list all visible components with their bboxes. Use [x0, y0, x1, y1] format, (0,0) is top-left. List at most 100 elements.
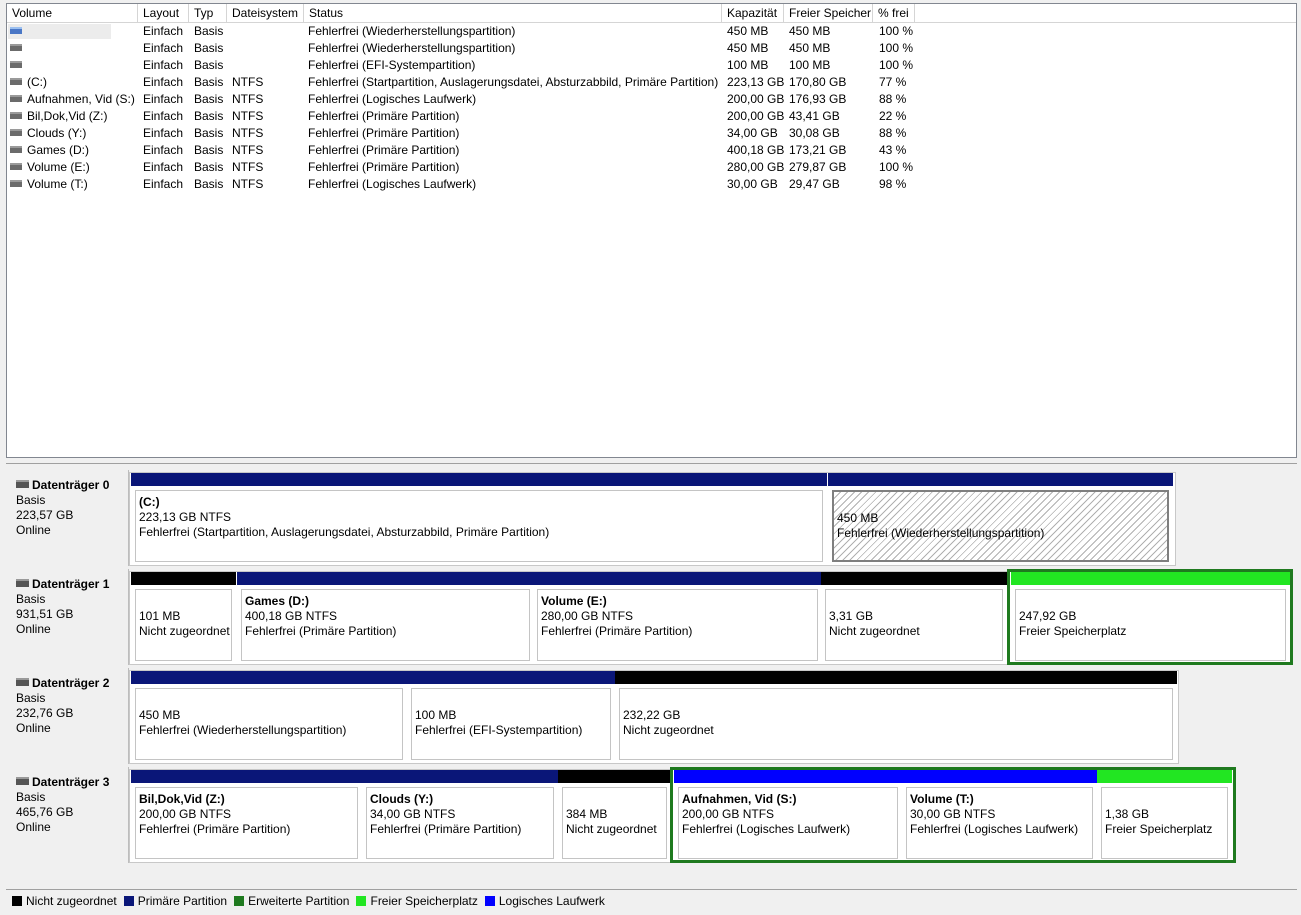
volume-row[interactable]: Games (D:) Einfach Basis NTFS Fehlerfrei (Pr…: [7, 142, 1296, 159]
volume-pct: 100 %: [879, 24, 914, 38]
volume-row[interactable]: (C:) Einfach Basis NTFS Fehlerfrei (Startpar…: [7, 74, 1296, 91]
disk-partition-frame: 450 MB Fehlerfrei (Wiederherstellungspart…: [129, 670, 1179, 764]
volume-type: Basis: [194, 75, 224, 89]
disk-label[interactable]: Datenträger 1 Basis 931,51 GB Online: [6, 569, 129, 665]
volume-row[interactable]: Aufnahmen, Vid (S:) Einfach Basis NTFS Fehle…: [7, 91, 1296, 108]
disk-volume-icon: [10, 27, 22, 34]
legend-label: Nicht zugeordnet: [26, 894, 117, 908]
disk-label[interactable]: Datenträger 3 Basis 465,76 GB Online: [6, 767, 129, 863]
volume-type: Basis: [194, 160, 224, 174]
partition-status: Fehlerfrei (Wiederherstellungspartition): [837, 526, 1045, 540]
disk-title-text: Datenträger 0: [32, 478, 110, 492]
legend-swatch: [123, 896, 134, 906]
disk-row: Datenträger 0 Basis 223,57 GB Online (C:) 22…: [6, 470, 1297, 566]
col-layout[interactable]: Layout: [138, 4, 189, 22]
partition-size: 384 MB: [566, 807, 608, 821]
hard-disk-icon: [16, 579, 29, 587]
partition-name: Bil,Dok,Vid (Z:): [139, 792, 225, 806]
partition-info: Bil,Dok,Vid (Z:) 200,00 GB NTFS Fehlerfrei…: [135, 787, 358, 859]
partition-primary[interactable]: 100 MB Fehlerfrei (EFI-Systempartition): [407, 671, 615, 763]
volume-pct: 22 %: [879, 109, 907, 123]
volume-row[interactable]: Einfach Basis Fehlerfrei (EFI-Systempartit…: [7, 57, 1296, 74]
disk-volume-icon: [10, 112, 22, 119]
volume-pct: 100 %: [879, 58, 914, 72]
volume-type: Basis: [194, 41, 224, 55]
volume-row[interactable]: Volume (T:) Einfach Basis NTFS Fehlerfrei (L…: [7, 176, 1296, 193]
volume-free: 100 MB: [789, 58, 831, 72]
volume-cap: 100 MB: [727, 58, 769, 72]
partition-status: Fehlerfrei (Primäre Partition): [139, 822, 291, 836]
disk-label[interactable]: Datenträger 2 Basis 232,76 GB Online: [6, 668, 129, 764]
volume-type: Basis: [194, 143, 224, 157]
col-capacity[interactable]: Kapazität: [722, 4, 784, 22]
col-free-space[interactable]: Freier Speicher: [784, 4, 873, 22]
partition-primary[interactable]: Bil,Dok,Vid (Z:) 200,00 GB NTFS Fehlerfrei…: [131, 770, 362, 862]
disk-title-text: Datenträger 2: [32, 676, 110, 690]
disk-volume-icon: [10, 61, 22, 68]
volume-status: Fehlerfrei (Primäre Partition): [308, 160, 460, 174]
disk-graphical-view: Datenträger 0 Basis 223,57 GB Online (C:) 22…: [6, 463, 1297, 884]
col-type[interactable]: Typ: [189, 4, 227, 22]
partition-primary[interactable]: Clouds (Y:) 34,00 GB NTFS Fehlerfrei (Prim…: [362, 770, 558, 862]
col-status[interactable]: Status: [304, 4, 722, 22]
legend-swatch: [234, 896, 245, 906]
volume-row[interactable]: Bil,Dok,Vid (Z:) Einfach Basis NTFS Fehlerfr…: [7, 108, 1296, 125]
volume-list[interactable]: Volume Layout Typ Dateisystem Status Kap…: [6, 3, 1297, 458]
partition-primary[interactable]: Games (D:) 400,18 GB NTFS Fehlerfrei (Prim…: [237, 572, 534, 664]
partition-unallocated[interactable]: 384 MB Nicht zugeordnet: [558, 770, 671, 862]
col-filesystem[interactable]: Dateisystem: [227, 4, 304, 22]
volume-free: 29,47 GB: [789, 177, 840, 191]
partition-primary[interactable]: Volume (E:) 280,00 GB NTFS Fehlerfrei (Pri…: [533, 572, 822, 664]
volume-status: Fehlerfrei (Logisches Laufwerk): [308, 177, 477, 191]
partition-primary[interactable]: 450 MB Fehlerfrei (Wiederherstellungspart…: [828, 473, 1173, 565]
volume-row[interactable]: Clouds (Y:) Einfach Basis NTFS Fehlerfrei (P…: [7, 125, 1296, 142]
partition-info: 450 MB Fehlerfrei (Wiederherstellungspart…: [135, 688, 403, 760]
disk-type: Basis: [16, 592, 46, 606]
partition-name-spacer: [623, 693, 1168, 708]
disk-label[interactable]: Datenträger 0 Basis 223,57 GB Online: [6, 470, 129, 566]
volume-status: Fehlerfrei (EFI-Systempartition): [308, 58, 476, 72]
partition-name-spacer: [139, 594, 227, 609]
volume-status: Fehlerfrei (Wiederherstellungspartition): [308, 41, 516, 55]
partition-primary[interactable]: 450 MB Fehlerfrei (Wiederherstellungspart…: [131, 671, 407, 763]
disk-partition-frame: (C:) 223,13 GB NTFS Fehlerfrei (Startparti…: [129, 472, 1176, 566]
partition-name-spacer: [139, 693, 398, 708]
volume-layout: Einfach: [143, 41, 184, 55]
partition-size: 200,00 GB NTFS: [139, 807, 232, 821]
volume-fs: NTFS: [232, 75, 264, 89]
volume-cap: 34,00 GB: [727, 126, 778, 140]
disk-row: Datenträger 3 Basis 465,76 GB Online Bil,Dok…: [6, 767, 1297, 863]
partition-unallocated[interactable]: 232,22 GB Nicht zugeordnet: [615, 671, 1177, 763]
col-percent-free[interactable]: % frei: [873, 4, 915, 22]
volume-type: Basis: [194, 109, 224, 123]
col-volume[interactable]: Volume: [7, 4, 138, 22]
partition-info: (C:) 223,13 GB NTFS Fehlerfrei (Startparti…: [135, 490, 823, 562]
volume-status: Fehlerfrei (Wiederherstellungspartition): [308, 24, 516, 38]
volume-free: 279,87 GB: [789, 160, 847, 174]
partition-color-bar: [558, 770, 671, 783]
partition-status: Nicht zugeordnet: [829, 624, 920, 638]
partition-color-bar: [821, 572, 1007, 585]
volume-row[interactable]: Einfach Basis Fehlerfrei (Wiederherstellun…: [7, 23, 1296, 40]
volume-cap: 450 MB: [727, 24, 769, 38]
volume-free: 450 MB: [789, 24, 831, 38]
volume-fs: NTFS: [232, 109, 264, 123]
disk-size: 465,76 GB: [16, 805, 74, 819]
partition-color-bar: [237, 572, 534, 585]
volume-row[interactable]: Einfach Basis Fehlerfrei (Wiederherstellun…: [7, 40, 1296, 57]
partition-primary[interactable]: (C:) 223,13 GB NTFS Fehlerfrei (Startparti…: [131, 473, 827, 565]
partition-status: Fehlerfrei (Startpartition, Auslagerungs…: [139, 525, 550, 539]
partition-info: 384 MB Nicht zugeordnet: [562, 787, 667, 859]
volume-status: Fehlerfrei (Logisches Laufwerk): [308, 92, 477, 106]
volume-free: 30,08 GB: [789, 126, 840, 140]
partition-status: Fehlerfrei (Primäre Partition): [245, 624, 397, 638]
partition-name: Volume (E:): [541, 594, 607, 608]
volume-layout: Einfach: [143, 126, 184, 140]
volume-row[interactable]: Volume (E:) Einfach Basis NTFS Fehlerfrei (P…: [7, 159, 1296, 176]
disk-volume-icon: [10, 95, 22, 102]
disk-volume-icon: [10, 163, 22, 170]
partition-unallocated[interactable]: 3,31 GB Nicht zugeordnet: [821, 572, 1007, 664]
partition-color-bar: [615, 671, 1177, 684]
partition-unallocated[interactable]: 101 MB Nicht zugeordnet: [131, 572, 236, 664]
volume-pct: 43 %: [879, 143, 907, 157]
